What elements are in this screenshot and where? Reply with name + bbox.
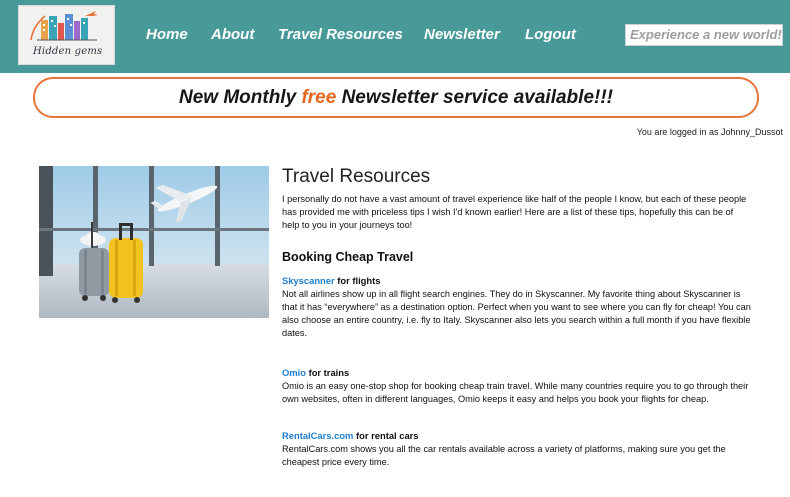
resource-heading: RentalCars.com for rental cars [282, 429, 752, 442]
nav-travel-resources-link[interactable]: Travel Resources [278, 26, 403, 43]
search-input[interactable]: Experience a new world! [625, 24, 783, 46]
resource-heading: Skyscanner for flights [282, 274, 752, 287]
rentalcars-link[interactable]: RentalCars.com [282, 430, 353, 441]
omio-link[interactable]: Omio [282, 367, 306, 378]
nav-home-link[interactable]: Home [146, 26, 188, 43]
site-logo[interactable]: Hidden gems [18, 5, 115, 65]
resource-description: Not all airlines show up in all flight s… [282, 289, 751, 338]
banner-text: New Monthly free Newsletter service avai… [179, 87, 613, 108]
top-navbar: Hidden gems Home About Travel Resources … [0, 0, 790, 73]
resource-suffix: for flights [337, 275, 381, 286]
resource-suffix: for rental cars [356, 430, 419, 441]
resource-item-skyscanner: Skyscanner for flights Not all airlines … [282, 274, 752, 340]
resource-heading: Omio for trains [282, 366, 752, 379]
main-content: Travel Resources I personally do not hav… [282, 166, 752, 469]
nav-newsletter-link[interactable]: Newsletter [424, 26, 500, 43]
newsletter-banner[interactable]: New Monthly free Newsletter service avai… [33, 77, 759, 118]
page-title: Travel Resources [282, 166, 431, 187]
banner-prefix: New Monthly [178, 87, 302, 108]
intro-paragraph: I personally do not have a vast amount o… [282, 194, 747, 230]
nav-logout-link[interactable]: Logout [525, 26, 576, 43]
resource-item-rentalcars: RentalCars.com for rental cars RentalCar… [282, 429, 752, 469]
logo-text: Hidden gems [33, 46, 103, 57]
airport-luggage-image [39, 166, 269, 318]
nav-about-link[interactable]: About [211, 26, 254, 43]
banner-suffix: Newsletter service available!!! [336, 87, 613, 108]
section-title: Booking Cheap Travel [282, 250, 414, 264]
resource-suffix: for trains [308, 367, 350, 378]
skyscanner-link[interactable]: Skyscanner [282, 275, 335, 286]
city-skyline-logo-icon [30, 11, 98, 41]
resource-item-omio: Omio for trains Omio is an easy one-stop… [282, 366, 752, 406]
login-status: You are logged in as Johnny_Dussot [636, 127, 783, 137]
resource-description: Omio is an easy one-stop shop for bookin… [282, 381, 749, 404]
resource-description: RentalCars.com shows you all the car ren… [282, 444, 726, 467]
banner-free-highlight: free [301, 87, 337, 108]
